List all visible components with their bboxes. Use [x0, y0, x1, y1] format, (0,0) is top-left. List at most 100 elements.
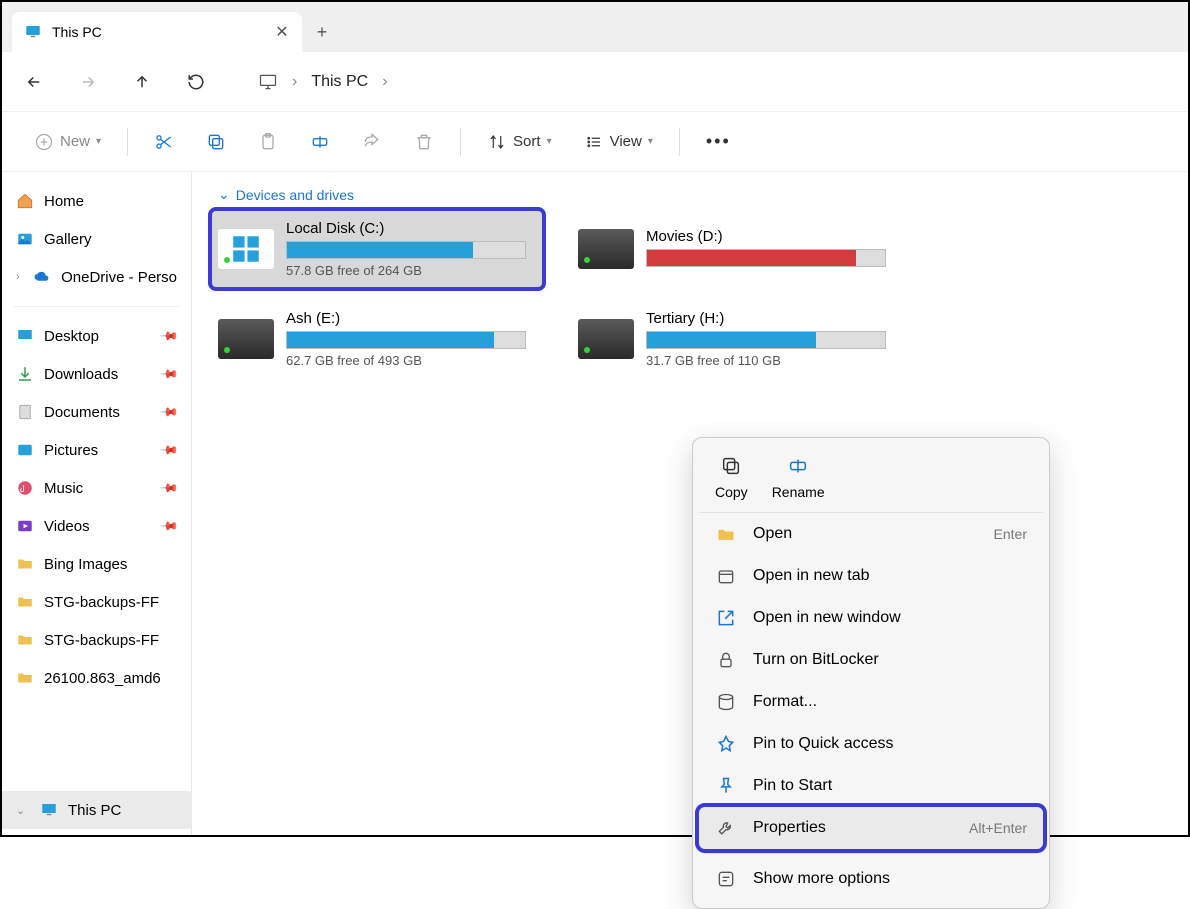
drive-item[interactable]: Tertiary (H:)31.7 GB free of 110 GB: [572, 301, 902, 377]
context-format[interactable]: Format...: [699, 681, 1043, 723]
ellipsis-icon: •••: [706, 131, 731, 152]
monitor-icon: [24, 23, 42, 41]
wrench-icon: [715, 817, 737, 839]
main: Home Gallery ›OneDrive - Perso Desktop📌 …: [2, 172, 1188, 835]
chevron-right-icon: ›: [16, 271, 23, 283]
drive-name: Ash (E:): [286, 310, 536, 327]
paste-icon: [258, 132, 278, 152]
breadcrumb-segment[interactable]: This PC: [311, 73, 368, 91]
desktop-icon: [16, 327, 34, 345]
back-button[interactable]: [22, 70, 46, 94]
drive-icon: [578, 319, 634, 359]
pin-icon: 📌: [159, 516, 179, 536]
content-area: ⌄ Devices and drives Local Disk (C:)57.8…: [192, 172, 1188, 835]
drive-item[interactable]: Ash (E:) 62.7 GB free of 493 GB: [212, 301, 542, 377]
videos-icon: [16, 517, 34, 535]
refresh-button[interactable]: [184, 70, 208, 94]
folder-icon: [16, 631, 34, 649]
rename-button[interactable]: [298, 124, 342, 160]
new-tab-button[interactable]: +: [302, 12, 342, 52]
drive-item[interactable]: Movies (D:): [572, 211, 902, 287]
share-button[interactable]: [350, 124, 394, 160]
sidebar-item-documents[interactable]: Documents📌: [2, 393, 191, 431]
drive-info: Movies (D:): [646, 228, 896, 271]
drive-item[interactable]: Local Disk (C:)57.8 GB free of 264 GB: [212, 211, 542, 287]
rename-icon: [784, 452, 812, 480]
context-pin-start[interactable]: Pin to Start: [699, 765, 1043, 807]
folder-open-icon: [715, 523, 737, 545]
document-icon: [16, 403, 34, 421]
download-icon: [16, 365, 34, 383]
breadcrumb[interactable]: › This PC ›: [258, 72, 388, 92]
monitor-icon: [258, 72, 278, 92]
chevron-down-icon: ▾: [547, 136, 552, 147]
drive-usage-bar: [286, 331, 526, 349]
sidebar-item-desktop[interactable]: Desktop📌: [2, 317, 191, 355]
chevron-down-icon: ⌄: [218, 186, 230, 203]
pin-icon: 📌: [159, 478, 179, 498]
more-button[interactable]: •••: [694, 124, 743, 160]
sidebar-item-downloads[interactable]: Downloads📌: [2, 355, 191, 393]
windows-drive-icon: [218, 229, 274, 269]
chevron-down-icon: ▾: [96, 136, 101, 147]
pin-icon: 📌: [159, 326, 179, 346]
scissors-icon: [154, 132, 174, 152]
sidebar-item-home[interactable]: Home: [2, 182, 191, 220]
separator: [127, 128, 128, 156]
chevron-down-icon: ⌄: [16, 804, 30, 817]
context-rename[interactable]: Rename: [772, 452, 825, 500]
format-icon: [715, 691, 737, 713]
sort-button[interactable]: Sort ▾: [475, 124, 564, 160]
toolbar: New ▾ Sort ▾ View ▾ •••: [2, 112, 1188, 172]
forward-button[interactable]: [76, 70, 100, 94]
separator: [679, 128, 680, 156]
drive-icon: [578, 229, 634, 269]
context-new-tab[interactable]: Open in new tab: [699, 555, 1043, 597]
drive-name: Local Disk (C:): [286, 220, 536, 237]
drive-icon: [218, 319, 274, 359]
new-tab-icon: [715, 565, 737, 587]
more-icon: [715, 868, 737, 890]
share-icon: [362, 132, 382, 152]
cut-button[interactable]: [142, 124, 186, 160]
up-button[interactable]: [130, 70, 154, 94]
pin-icon: 📌: [159, 402, 179, 422]
copy-icon: [206, 132, 226, 152]
context-pin-quick[interactable]: Pin to Quick access: [699, 723, 1043, 765]
sidebar-item-pictures[interactable]: Pictures📌: [2, 431, 191, 469]
trash-icon: [414, 132, 434, 152]
delete-button[interactable]: [402, 124, 446, 160]
folder-icon: [16, 593, 34, 611]
context-properties[interactable]: PropertiesAlt+Enter: [699, 807, 1043, 849]
copy-button[interactable]: [194, 124, 238, 160]
context-open[interactable]: OpenEnter: [699, 513, 1043, 555]
close-icon[interactable]: ✕: [274, 24, 290, 40]
sidebar-item-onedrive[interactable]: ›OneDrive - Perso: [2, 258, 191, 296]
sidebar-item-build[interactable]: 26100.863_amd6: [2, 659, 191, 697]
folder-icon: [16, 669, 34, 687]
sidebar-item-videos[interactable]: Videos📌: [2, 507, 191, 545]
section-header[interactable]: ⌄ Devices and drives: [218, 186, 1168, 203]
drive-free-text: 62.7 GB free of 493 GB: [286, 353, 536, 368]
new-button[interactable]: New ▾: [22, 124, 113, 160]
sidebar-item-stg2[interactable]: STG-backups-FF: [2, 621, 191, 659]
sidebar-item-this-pc[interactable]: ⌄This PC: [2, 791, 191, 829]
view-button[interactable]: View ▾: [572, 124, 665, 160]
drives-grid: Local Disk (C:)57.8 GB free of 264 GB Mov…: [212, 211, 1168, 377]
pin-icon: 📌: [159, 364, 179, 384]
monitor-icon: [40, 801, 58, 819]
context-more[interactable]: Show more options: [699, 858, 1043, 900]
context-bitlocker[interactable]: Turn on BitLocker: [699, 639, 1043, 681]
context-copy[interactable]: Copy: [715, 452, 748, 500]
tab-this-pc[interactable]: This PC ✕: [12, 12, 302, 52]
paste-button[interactable]: [246, 124, 290, 160]
sidebar-item-gallery[interactable]: Gallery: [2, 220, 191, 258]
rename-icon: [310, 132, 330, 152]
sidebar-item-music[interactable]: Music📌: [2, 469, 191, 507]
context-new-window[interactable]: Open in new window: [699, 597, 1043, 639]
drive-info: Ash (E:) 62.7 GB free of 493 GB: [286, 310, 536, 368]
home-icon: [16, 192, 34, 210]
sidebar-item-stg1[interactable]: STG-backups-FF: [2, 583, 191, 621]
sidebar-item-bing[interactable]: Bing Images: [2, 545, 191, 583]
folder-icon: [16, 555, 34, 573]
